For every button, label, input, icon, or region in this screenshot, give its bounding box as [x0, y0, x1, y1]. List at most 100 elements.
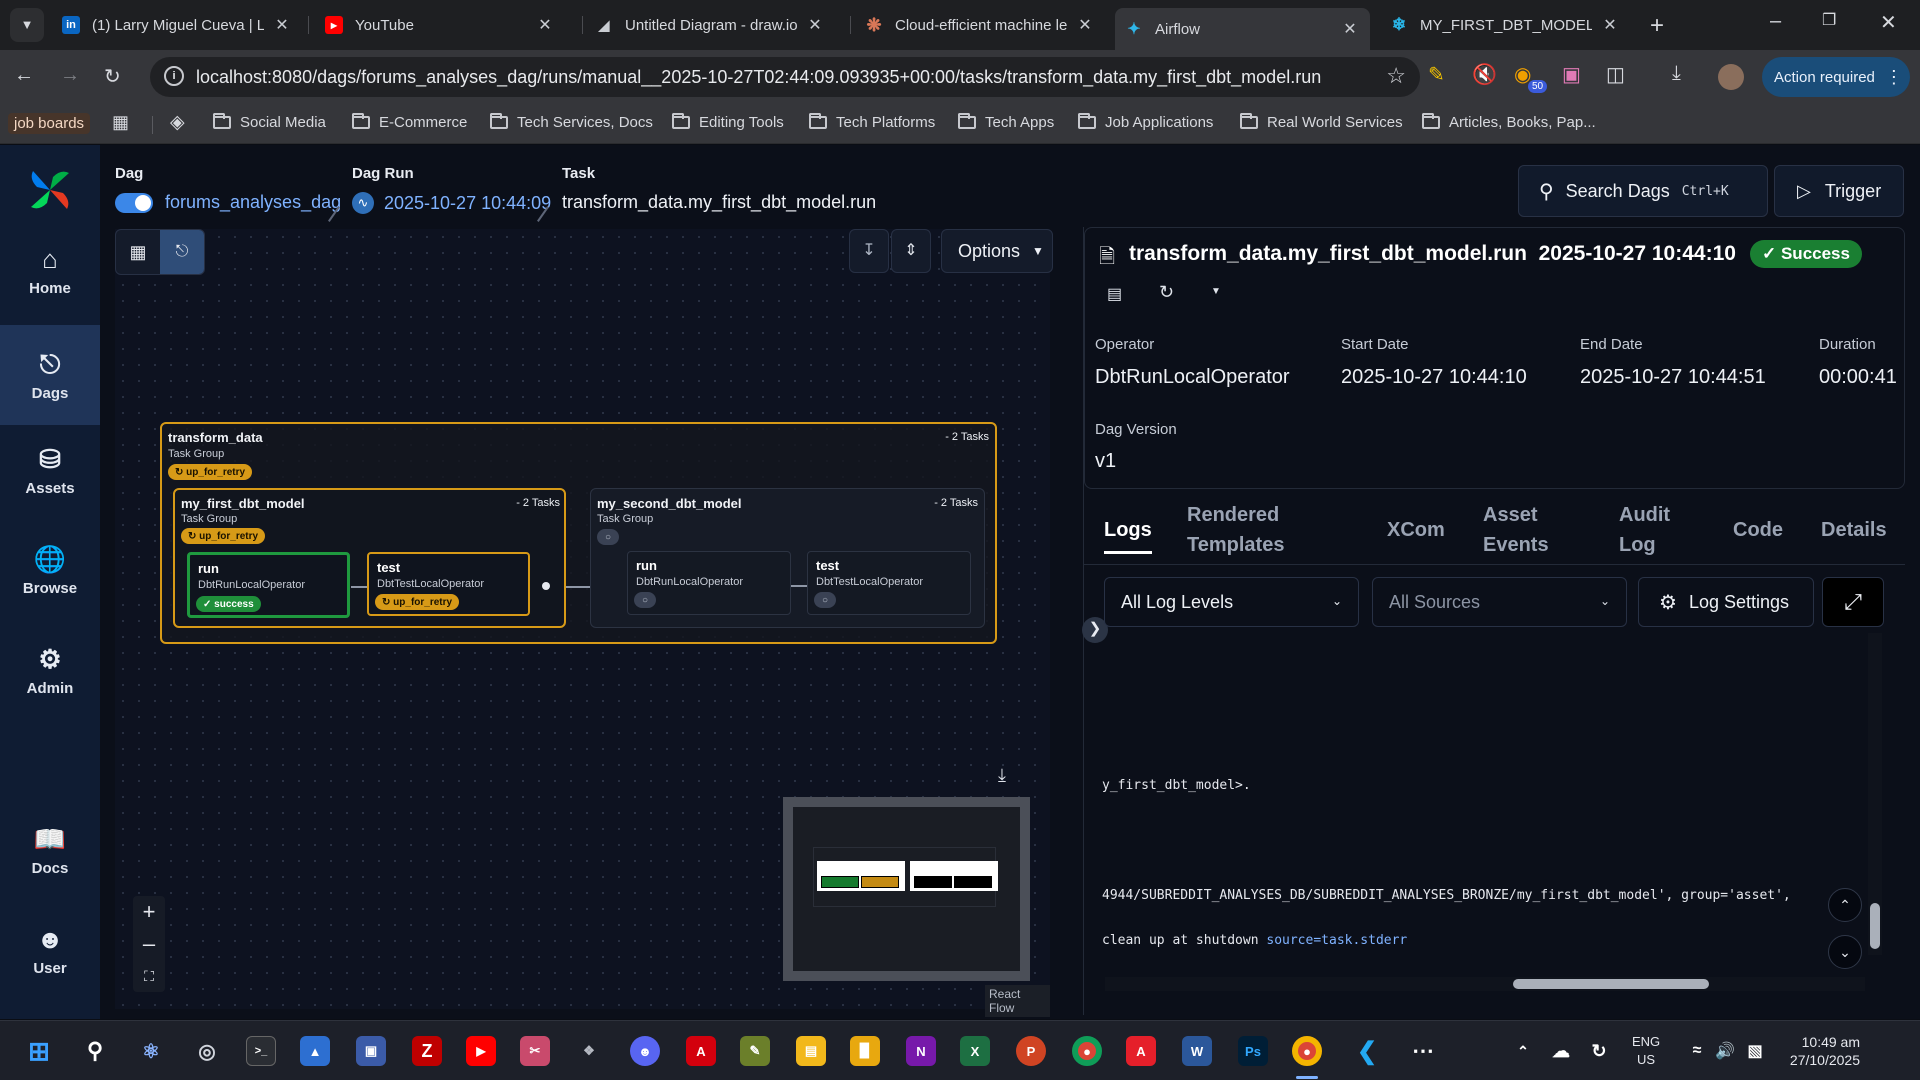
bookmark-editing-tools[interactable]: Editing Tools	[672, 113, 784, 131]
forward-icon[interactable]: →	[60, 64, 80, 87]
expand-all-icon[interactable]: ⇕	[891, 229, 931, 273]
excel-icon[interactable]: X	[960, 1036, 990, 1066]
blender-icon[interactable]: ◎	[192, 1036, 222, 1066]
fit-view-icon[interactable]: ⛶	[133, 960, 165, 992]
clear-task-icon[interactable]: ↻	[1159, 282, 1174, 303]
nav-user[interactable]: ☻ User	[0, 910, 100, 990]
battery-icon[interactable]: ▧	[1740, 1036, 1770, 1066]
terminal-icon[interactable]: >_	[246, 1036, 276, 1066]
wifi-icon[interactable]: ≈	[1682, 1036, 1712, 1066]
extension-icon[interactable]: ▣	[1562, 62, 1581, 87]
bookmark-tech-services[interactable]: Tech Services, Docs	[490, 113, 653, 131]
react-app-icon[interactable]: ⚛	[136, 1036, 166, 1066]
nav-docs[interactable]: 📖 Docs	[0, 810, 100, 890]
tab-xcom[interactable]: XCom	[1387, 515, 1445, 545]
graph-view-icon[interactable]: ⎋	[160, 230, 204, 274]
filezilla-icon[interactable]: Z	[412, 1036, 442, 1066]
task-node-test-2[interactable]: test DbtTestLocalOperator ○	[807, 551, 971, 615]
tab-details[interactable]: Details	[1821, 515, 1887, 545]
tab-list-icon[interactable]: ▼	[10, 8, 44, 42]
close-icon[interactable]: ✕	[272, 15, 292, 35]
tab-asset-events[interactable]: Asset Events	[1483, 500, 1549, 560]
tab-logs[interactable]: Logs	[1104, 515, 1152, 554]
url-bar[interactable]: i localhost:8080/dags/forums_analyses_da…	[150, 57, 1420, 97]
volume-icon[interactable]: 🔊	[1710, 1036, 1740, 1066]
nav-dags[interactable]: ⎋ Dags	[0, 325, 100, 425]
task-group-my-second-dbt-model[interactable]: my_second_dbt_model Task Group - 2 Tasks…	[590, 488, 985, 628]
extensions-puzzle-icon[interactable]: ◫	[1606, 62, 1625, 87]
bookmark-tech-platforms[interactable]: Tech Platforms	[809, 113, 935, 131]
collapse-all-icon[interactable]: ↧	[849, 229, 889, 273]
trigger-button[interactable]: ▷ Trigger	[1774, 165, 1904, 217]
tab-linkedin[interactable]: in (1) Larry Miguel Cueva | Lin ✕	[52, 8, 302, 42]
tab-code[interactable]: Code	[1733, 515, 1783, 545]
chrome-icon[interactable]: ●	[1072, 1036, 1102, 1066]
close-icon[interactable]: ✕	[1600, 15, 1620, 35]
task-group-my-first-dbt-model[interactable]: my_first_dbt_model Task Group - 2 Tasks …	[173, 488, 566, 628]
search-dags-button[interactable]: ⚲ Search Dags Ctrl+K	[1518, 165, 1768, 217]
tab-snowflake[interactable]: ❄ MY_FIRST_DBT_MODEL | Ta ✕	[1380, 8, 1630, 42]
nav-admin[interactable]: ⚙ Admin	[0, 630, 100, 710]
action-required-button[interactable]: Action required ⋮	[1762, 57, 1910, 97]
back-icon[interactable]: ←	[14, 64, 34, 87]
more-apps-icon[interactable]: ⋯	[1408, 1036, 1438, 1066]
file-explorer-icon[interactable]: ▤	[796, 1036, 826, 1066]
log-level-select[interactable]: All Log Levels ⌄	[1104, 577, 1359, 627]
tab-youtube[interactable]: ▶ YouTube ✕	[315, 8, 565, 42]
minimap[interactable]	[783, 797, 1030, 981]
chrome-active-icon[interactable]: ●	[1292, 1036, 1322, 1066]
nav-home[interactable]: ⌂ Home	[0, 230, 100, 310]
airflow-logo[interactable]	[25, 165, 75, 215]
close-icon[interactable]: ✕	[535, 15, 555, 35]
clock[interactable]: 10:49 am 27/10/2025	[1784, 1033, 1860, 1069]
dag-link[interactable]: forums_analyses_dag	[165, 192, 341, 213]
task-node-run-2[interactable]: run DbtRunLocalOperator ○	[627, 551, 791, 615]
minimize-icon[interactable]: –	[1770, 10, 1781, 33]
bookmark-tech-apps[interactable]: Tech Apps	[958, 113, 1054, 131]
windows-start-icon[interactable]: ⊞	[24, 1036, 54, 1066]
bookmark-articles[interactable]: Articles, Books, Pap...	[1422, 113, 1596, 131]
vertical-scrollbar[interactable]	[1868, 633, 1882, 955]
zoom-in-icon[interactable]: +	[133, 896, 165, 928]
bookmark-job-boards[interactable]: job boards	[8, 113, 91, 134]
autocad-icon[interactable]: A	[1126, 1036, 1156, 1066]
grid-view-icon[interactable]: ▦	[116, 230, 160, 274]
fullscreen-button[interactable]: ⤢	[1822, 577, 1884, 627]
search-icon[interactable]: ⚲	[80, 1036, 110, 1066]
site-info-icon[interactable]: i	[164, 66, 184, 86]
dag-run-link[interactable]: 2025-10-27 10:44:09	[384, 193, 551, 214]
reload-icon[interactable]: ↻	[104, 64, 121, 89]
restore-icon[interactable]: ❐	[1822, 10, 1836, 30]
close-icon[interactable]: ✕	[1340, 19, 1360, 39]
close-window-icon[interactable]: ✕	[1880, 10, 1897, 35]
tab-audit-log[interactable]: Audit Log	[1619, 500, 1670, 560]
youtube-icon[interactable]: ▶	[466, 1036, 496, 1066]
bookmark-social-media[interactable]: Social Media	[213, 113, 326, 131]
language-indicator[interactable]: ENG US	[1632, 1033, 1660, 1069]
bookmark-job-applications[interactable]: Job Applications	[1078, 113, 1213, 131]
excel-tool-icon[interactable]: ✎	[740, 1036, 770, 1066]
nav-assets[interactable]: ⛁ Assets	[0, 430, 100, 510]
download-image-icon[interactable]: ⤓	[998, 765, 1006, 786]
nav-browse[interactable]: 🌐 Browse	[0, 530, 100, 610]
apps-grid-icon[interactable]: ▦	[112, 112, 129, 133]
scroll-top-button[interactable]: ⌃	[1828, 888, 1862, 922]
remote-desktop-icon[interactable]: ▣	[356, 1036, 386, 1066]
tab-rendered-templates[interactable]: Rendered Templates	[1187, 500, 1284, 560]
globe-icon[interactable]: ◈	[170, 111, 185, 134]
photos-icon[interactable]: ▲	[300, 1036, 330, 1066]
snipping-icon[interactable]: ✂	[520, 1036, 550, 1066]
tray-chevron-icon[interactable]: ⌃	[1508, 1036, 1538, 1066]
tab-airflow[interactable]: ✦ Airflow ✕	[1115, 8, 1370, 50]
extension-pen-icon[interactable]: ✎	[1428, 62, 1445, 87]
onenote-icon[interactable]: N	[906, 1036, 936, 1066]
dag-toggle[interactable]	[115, 192, 153, 213]
zoom-out-icon[interactable]: –	[133, 928, 165, 960]
bookmark-e-commerce[interactable]: E-Commerce	[352, 113, 467, 131]
task-node-run[interactable]: run DbtRunLocalOperator ✓ success	[187, 552, 350, 618]
log-settings-button[interactable]: ⚙ Log Settings	[1638, 577, 1814, 627]
tab-claude[interactable]: ❋ Cloud-efficient machine lea ✕	[855, 8, 1105, 42]
photoshop-icon[interactable]: Ps	[1238, 1036, 1268, 1066]
acrobat-icon[interactable]: A	[686, 1036, 716, 1066]
download-icon[interactable]: ⤓	[1672, 62, 1681, 85]
